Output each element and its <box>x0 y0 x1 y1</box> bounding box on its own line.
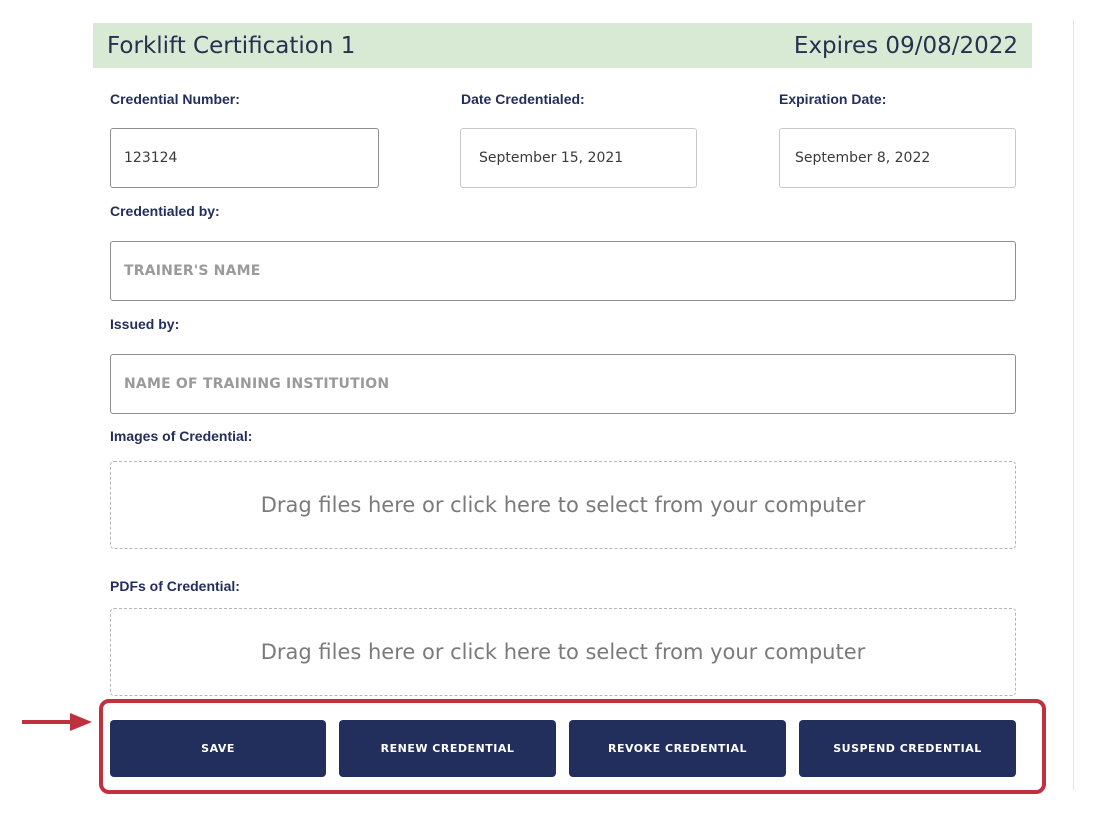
credentialed-by-label: Credentialed by: <box>110 203 220 219</box>
credentialed-by-input[interactable]: TRAINER'S NAME <box>110 241 1016 301</box>
expiration-date-input[interactable]: September 8, 2022 <box>779 128 1016 188</box>
expiration-date-value: September 8, 2022 <box>795 150 931 166</box>
credential-form-page: Forklift Certification 1 Expires 09/08/2… <box>0 0 1097 814</box>
date-credentialed-input[interactable]: September 15, 2021 <box>460 128 697 188</box>
expiry-status: Expires 09/08/2022 <box>793 32 1018 59</box>
pdfs-dropzone[interactable]: Drag files here or click here to select … <box>110 608 1016 696</box>
credentialed-by-placeholder: TRAINER'S NAME <box>124 263 261 279</box>
credential-title: Forklift Certification 1 <box>107 32 356 59</box>
issued-by-label: Issued by: <box>110 316 180 332</box>
revoke-credential-button[interactable]: REVOKE CREDENTIAL <box>569 720 786 777</box>
save-button[interactable]: SAVE <box>110 720 326 777</box>
credential-number-input[interactable]: 123124 <box>110 128 379 188</box>
page-divider <box>1073 20 1074 790</box>
pdfs-label: PDFs of Credential: <box>110 578 240 594</box>
date-credentialed-label: Date Credentialed: <box>461 91 585 107</box>
annotation-arrow-shaft <box>22 720 74 724</box>
suspend-credential-button[interactable]: SUSPEND CREDENTIAL <box>799 720 1016 777</box>
images-dropzone[interactable]: Drag files here or click here to select … <box>110 461 1016 549</box>
images-dropzone-prompt: Drag files here or click here to select … <box>260 493 866 517</box>
renew-credential-button[interactable]: RENEW CREDENTIAL <box>339 720 556 777</box>
date-credentialed-value: September 15, 2021 <box>479 150 624 166</box>
credential-number-value: 123124 <box>124 150 178 166</box>
credential-header: Forklift Certification 1 Expires 09/08/2… <box>93 23 1032 68</box>
issued-by-placeholder: NAME OF TRAINING INSTITUTION <box>124 376 390 392</box>
issued-by-input[interactable]: NAME OF TRAINING INSTITUTION <box>110 354 1016 414</box>
annotation-arrow-icon <box>70 713 92 731</box>
images-label: Images of Credential: <box>110 428 253 444</box>
pdfs-dropzone-prompt: Drag files here or click here to select … <box>260 640 866 664</box>
expiration-date-label: Expiration Date: <box>779 91 887 107</box>
credential-number-label: Credential Number: <box>110 91 240 107</box>
